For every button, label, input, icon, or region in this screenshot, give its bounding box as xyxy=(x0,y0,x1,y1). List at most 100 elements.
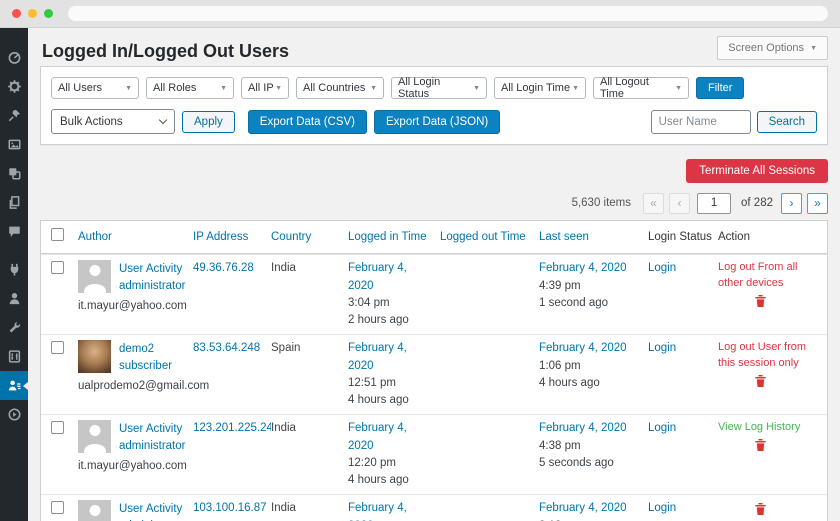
comments-icon xyxy=(7,224,22,239)
login-status-filter-select[interactable]: All Login Status▼ xyxy=(391,77,487,99)
sidebar-item-options[interactable] xyxy=(0,342,28,371)
search-button[interactable]: Search xyxy=(757,111,817,133)
sidebar-item-settings-gear[interactable] xyxy=(0,72,28,101)
row-checkbox[interactable] xyxy=(51,421,64,434)
col-ip-address[interactable]: IP Address xyxy=(193,231,271,243)
chevron-down-icon: ▼ xyxy=(675,85,682,92)
trash-icon[interactable] xyxy=(754,294,767,308)
apply-button[interactable]: Apply xyxy=(182,111,235,133)
trash-icon[interactable] xyxy=(754,438,767,452)
sidebar-item-posts[interactable] xyxy=(0,101,28,130)
col-logged-out-time[interactable]: Logged out Time xyxy=(440,231,539,243)
close-button[interactable] xyxy=(12,9,21,18)
last-seen-date-link[interactable]: February 4, 2020 xyxy=(539,260,642,277)
last-seen-date-link[interactable]: February 4, 2020 xyxy=(539,420,642,437)
login-status-link[interactable]: Login xyxy=(648,502,676,514)
users-filter-select[interactable]: All Users▼ xyxy=(51,77,139,99)
row-checkbox[interactable] xyxy=(51,261,64,274)
filter-button[interactable]: Filter xyxy=(696,77,744,99)
login-ago: 4 hours ago xyxy=(348,472,434,489)
ip-link[interactable]: 103.100.16.87 xyxy=(193,502,267,514)
export-csv-button[interactable]: Export Data (CSV) xyxy=(248,110,367,134)
col-last-seen[interactable]: Last seen xyxy=(539,231,648,243)
login-time: 3:04 pm xyxy=(348,295,434,312)
username-search-input[interactable] xyxy=(651,110,751,134)
sidebar-item-pages[interactable] xyxy=(0,188,28,217)
login-time-filter-select[interactable]: All Login Time▼ xyxy=(494,77,586,99)
admin-sidebar xyxy=(0,28,28,521)
bulk-actions-select[interactable]: Bulk Actions xyxy=(51,109,175,134)
plugin-icon xyxy=(7,262,22,277)
screen-options-button[interactable]: Screen Options ▼ xyxy=(717,36,828,60)
author-name-link[interactable]: User Activity xyxy=(119,261,185,278)
sidebar-item-user-activity[interactable] xyxy=(0,371,28,400)
sidebar-item-media[interactable] xyxy=(0,130,28,159)
login-status-link[interactable]: Login xyxy=(648,262,676,274)
last-page-button[interactable]: » xyxy=(807,193,828,214)
author-email: ualprodemo2@gmail.com xyxy=(78,378,187,395)
row-checkbox[interactable] xyxy=(51,341,64,354)
chevron-down-icon: ▼ xyxy=(220,85,227,92)
sidebar-item-dashboard[interactable] xyxy=(0,43,28,72)
login-date-link[interactable]: February 4, 2020 xyxy=(348,340,434,375)
countries-filter-select[interactable]: All Countries▼ xyxy=(296,77,384,99)
total-pages-label: of 282 xyxy=(741,197,773,209)
next-page-button[interactable]: › xyxy=(781,193,802,214)
author-role-link[interactable]: subscriber xyxy=(119,358,172,375)
author-name-link[interactable]: User Activity xyxy=(119,501,185,518)
sidebar-item-tools[interactable] xyxy=(0,313,28,342)
ip-link[interactable]: 83.53.64.248 xyxy=(193,342,260,354)
author-name-link[interactable]: demo2 xyxy=(119,341,172,358)
col-login-status: Login Status xyxy=(648,231,718,243)
sidebar-item-users[interactable] xyxy=(0,284,28,313)
col-author[interactable]: Author xyxy=(78,231,193,243)
pushpin-icon xyxy=(7,108,22,123)
sidebar-item-gallery[interactable] xyxy=(0,159,28,188)
author-role-link[interactable]: administrator xyxy=(119,438,185,455)
screen-options-label: Screen Options xyxy=(728,42,804,54)
export-json-button[interactable]: Export Data (JSON) xyxy=(374,110,500,134)
login-date-link[interactable]: February 4, 2020 xyxy=(348,500,434,521)
action-link[interactable]: Log out From all other devices xyxy=(718,260,811,292)
row-checkbox[interactable] xyxy=(51,501,64,514)
login-status-link[interactable]: Login xyxy=(648,422,676,434)
trash-icon[interactable] xyxy=(754,374,767,388)
filter-panel: All Users▼ All Roles▼ All IP▼ All Countr… xyxy=(40,66,828,145)
last-seen-date-link[interactable]: February 4, 2020 xyxy=(539,500,642,517)
terminate-all-sessions-button[interactable]: Terminate All Sessions xyxy=(686,159,828,183)
prev-page-button[interactable]: ‹ xyxy=(669,193,690,214)
login-status-link[interactable]: Login xyxy=(648,342,676,354)
roles-filter-select[interactable]: All Roles▼ xyxy=(146,77,234,99)
items-count: 5,630 items xyxy=(572,197,631,209)
chevron-down-icon: ▼ xyxy=(125,85,132,92)
action-link[interactable]: Log out User from this session only xyxy=(718,340,811,372)
dashboard-icon xyxy=(7,50,22,65)
table-row: demo2 subscriber ualprodemo2@gmail.com 8… xyxy=(41,334,827,414)
sidebar-item-plugins[interactable] xyxy=(0,255,28,284)
col-country[interactable]: Country xyxy=(271,231,348,243)
current-page-input[interactable] xyxy=(697,193,731,214)
author-role-link[interactable]: administrator xyxy=(119,278,185,295)
sidebar-item-comments[interactable] xyxy=(0,217,28,246)
chevron-down-icon xyxy=(159,116,167,124)
zoom-button[interactable] xyxy=(44,9,53,18)
ip-link[interactable]: 123.201.225.243 xyxy=(193,422,271,434)
minimize-button[interactable] xyxy=(28,9,37,18)
action-link[interactable]: View Log History xyxy=(718,420,811,436)
sidebar-item-collapse[interactable] xyxy=(0,400,28,429)
trash-icon[interactable] xyxy=(754,502,767,516)
ip-link[interactable]: 49.36.76.28 xyxy=(193,262,254,274)
logout-time-filter-select[interactable]: All Logout Time▼ xyxy=(593,77,689,99)
chevron-down-icon: ▼ xyxy=(572,85,579,92)
col-logged-in-time[interactable]: Logged in Time xyxy=(348,231,440,243)
first-page-button[interactable]: « xyxy=(643,193,664,214)
select-all-checkbox[interactable] xyxy=(51,228,64,241)
login-date-link[interactable]: February 4, 2020 xyxy=(348,260,434,295)
login-date-link[interactable]: February 4, 2020 xyxy=(348,420,434,455)
last-seen-time: 3:13 pm xyxy=(539,518,642,521)
ip-filter-select[interactable]: All IP▼ xyxy=(241,77,289,99)
author-name-link[interactable]: User Activity xyxy=(119,421,185,438)
last-seen-date-link[interactable]: February 4, 2020 xyxy=(539,340,642,357)
url-bar[interactable] xyxy=(68,6,828,21)
table-header: Author IP Address Country Logged in Time… xyxy=(41,221,827,254)
